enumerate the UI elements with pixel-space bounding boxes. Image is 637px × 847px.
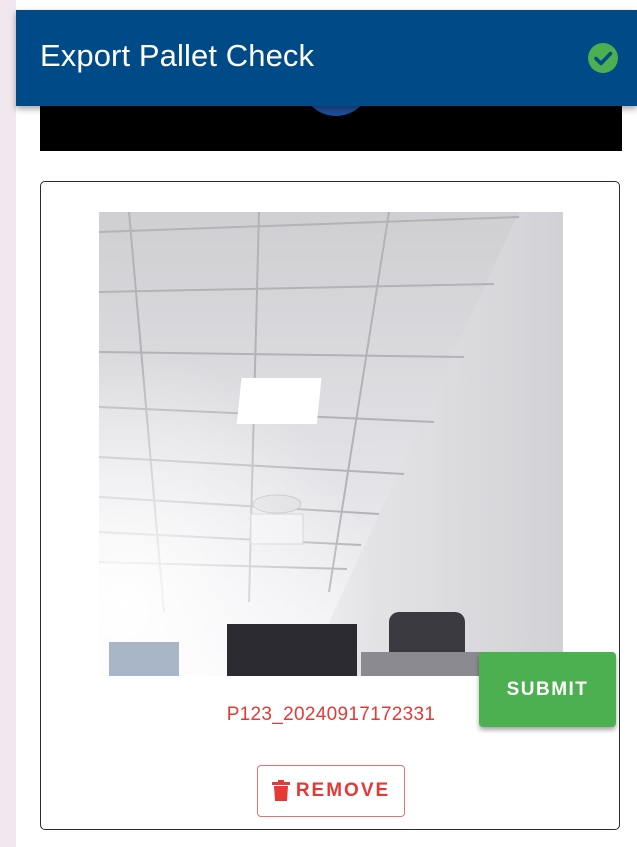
remove-button[interactable]: REMOVE	[257, 765, 405, 817]
app-bar: Export Pallet Check	[16, 10, 637, 106]
captured-photo	[99, 212, 563, 676]
check-circle-icon	[588, 43, 618, 73]
remove-label: REMOVE	[295, 780, 391, 801]
page-title: Export Pallet Check	[40, 38, 315, 73]
submit-button[interactable]: SUBMIT	[479, 652, 616, 727]
captured-photo-card: P123_20240917172331 REMOVE	[40, 181, 620, 830]
camera-preview	[40, 100, 622, 151]
trash-icon	[271, 780, 290, 801]
